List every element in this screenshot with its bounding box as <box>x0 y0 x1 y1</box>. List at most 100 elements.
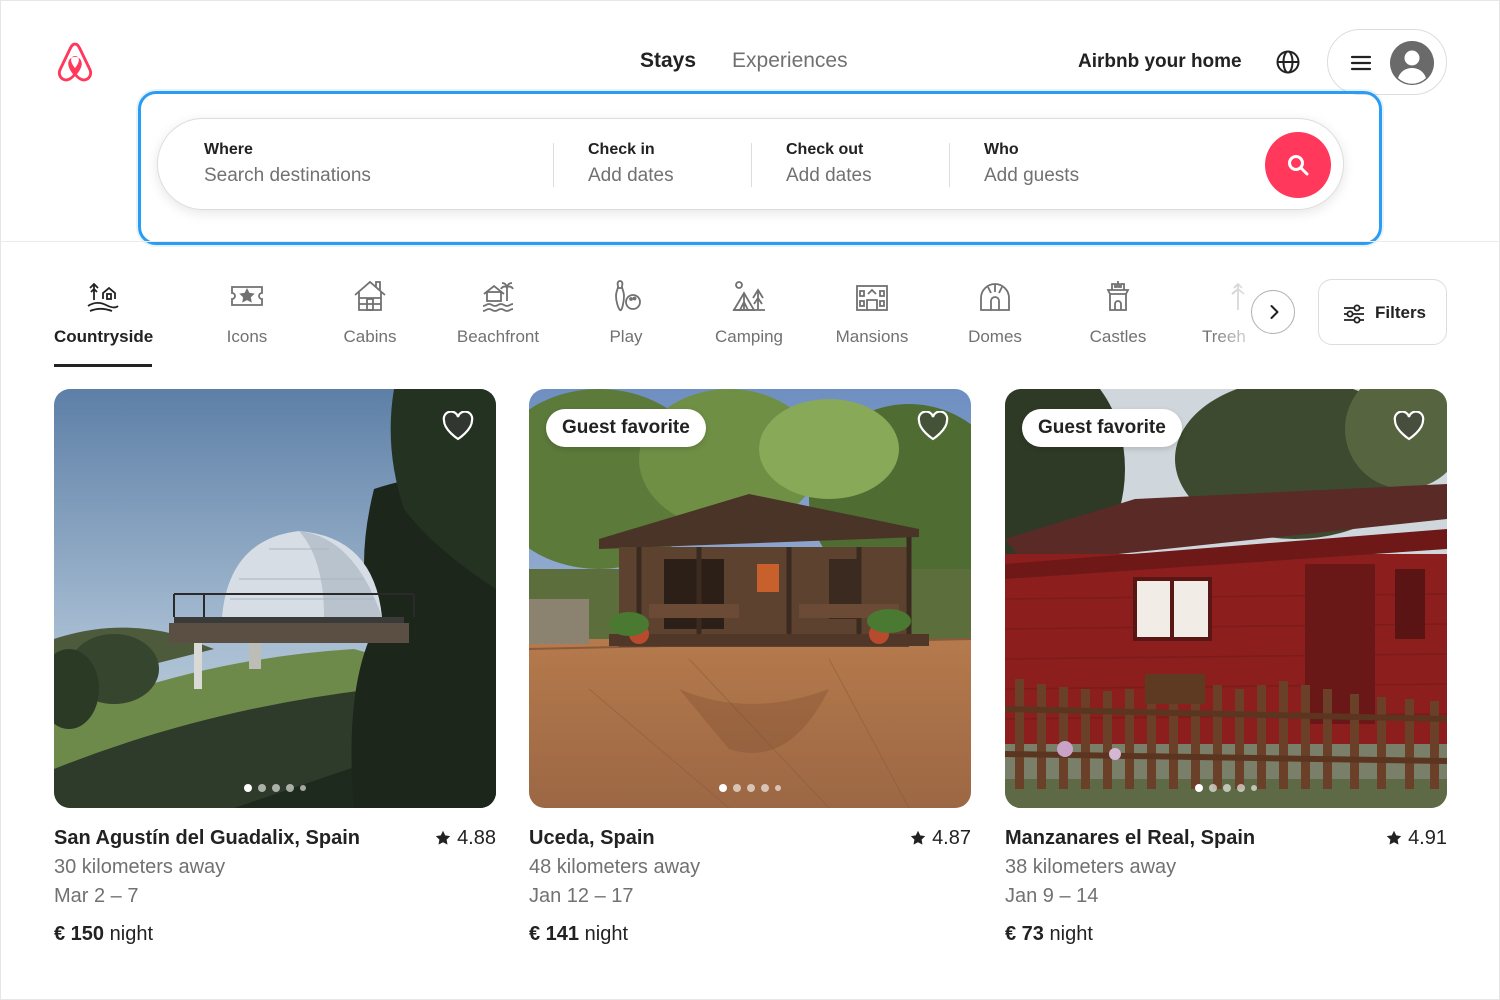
listing-title: Manzanares el Real, Spain <box>1005 827 1256 849</box>
listing-photo[interactable]: Guest favorite <box>1005 389 1447 808</box>
check-out-input[interactable]: Add dates <box>786 161 946 191</box>
filters-label: Filters <box>1375 303 1427 322</box>
category-label: Cabins <box>343 327 397 346</box>
rating-value: 4.88 <box>457 827 496 849</box>
search-button[interactable] <box>1265 132 1331 198</box>
listing-photo[interactable]: Guest favorite <box>529 389 971 808</box>
listing-card[interactable]: Guest favorite Manzanares el Real, Spain… <box>1005 389 1447 945</box>
dome-icon <box>980 283 1010 311</box>
category-active-underline <box>54 364 152 367</box>
star-icon <box>1386 830 1402 845</box>
avatar-icon <box>1390 41 1434 85</box>
filters-button[interactable]: Filters <box>1318 279 1447 345</box>
check-in-input[interactable]: Add dates <box>588 161 748 191</box>
price-amount: € 73 <box>1005 923 1044 945</box>
listing-dates: Mar 2 – 7 <box>54 885 139 907</box>
category-label: Countryside <box>54 327 154 346</box>
listing-title: Uceda, Spain <box>529 827 655 849</box>
beachfront-icon <box>482 282 514 312</box>
wooden-cabin-photo <box>529 389 971 808</box>
photo-pagination[interactable] <box>54 784 496 792</box>
photo-pagination[interactable] <box>1005 784 1447 792</box>
header-divider <box>0 241 1500 242</box>
listing-card[interactable]: Guest favorite Uceda, Spain 4.87 48 kilo… <box>529 389 971 945</box>
listing-price: € 141 night <box>529 921 628 947</box>
who-label: Who <box>984 141 1019 158</box>
photo-pagination[interactable] <box>529 784 971 792</box>
category-icons[interactable]: Icons <box>206 278 288 368</box>
star-icon <box>435 830 451 845</box>
tab-stays[interactable]: Stays <box>640 46 696 76</box>
who-field[interactable]: Who Add guests <box>984 139 1204 191</box>
category-label: Icons <box>226 327 268 346</box>
tab-experiences[interactable]: Experiences <box>732 46 848 76</box>
category-label: Domes <box>968 327 1022 346</box>
hamburger-menu-icon <box>1350 52 1372 74</box>
heart-icon <box>442 411 474 441</box>
listing-rating: 4.88 <box>435 825 496 851</box>
category-beachfront[interactable]: Beachfront <box>450 278 546 368</box>
check-out-label: Check out <box>786 141 864 158</box>
search-divider <box>553 143 554 187</box>
listing-distance: 48 kilometers away <box>529 856 701 878</box>
listing-dates: Jan 12 – 17 <box>529 885 634 907</box>
camping-icon <box>732 281 765 311</box>
search-divider <box>949 143 950 187</box>
guest-favorite-badge: Guest favorite <box>1022 409 1182 447</box>
search-bar: Where Search destinations Check in Add d… <box>157 118 1344 210</box>
check-out-field[interactable]: Check out Add dates <box>786 139 946 191</box>
globe-icon[interactable] <box>1275 49 1301 75</box>
category-countryside[interactable]: Countryside <box>54 278 154 368</box>
listing-distance: 38 kilometers away <box>1005 856 1177 878</box>
chevron-right-icon <box>1270 305 1279 319</box>
category-label: Castles <box>1089 327 1147 346</box>
category-mansions[interactable]: Mansions <box>832 278 912 368</box>
check-in-label: Check in <box>588 141 655 158</box>
castle-icon <box>1106 281 1130 311</box>
price-amount: € 141 <box>529 923 580 945</box>
search-icon <box>1288 155 1309 176</box>
category-next-button[interactable] <box>1251 290 1295 334</box>
heart-icon <box>1393 411 1425 441</box>
listing-card[interactable]: San Agustín del Guadalix, Spain 4.88 30 … <box>54 389 496 945</box>
airbnb-your-home-link[interactable]: Airbnb your home <box>1078 48 1242 76</box>
rating-value: 4.91 <box>1408 827 1447 849</box>
where-input[interactable]: Search destinations <box>204 161 544 191</box>
category-domes[interactable]: Domes <box>960 278 1030 368</box>
price-unit: night <box>1049 923 1093 945</box>
cabin-icon <box>354 280 386 311</box>
category-cabins[interactable]: Cabins <box>330 278 410 368</box>
search-divider <box>751 143 752 187</box>
check-in-field[interactable]: Check in Add dates <box>588 139 748 191</box>
category-camping[interactable]: Camping <box>708 278 790 368</box>
category-label: Camping <box>714 327 784 346</box>
listing-title: San Agustín del Guadalix, Spain <box>54 827 360 849</box>
airbnb-logo-icon[interactable] <box>52 38 98 86</box>
who-input[interactable]: Add guests <box>984 161 1204 191</box>
bowling-icon <box>615 280 641 312</box>
listing-distance: 30 kilometers away <box>54 856 226 878</box>
price-unit: night <box>584 923 628 945</box>
listing-rating: 4.91 <box>1386 825 1447 851</box>
listing-price: € 150 night <box>54 921 153 947</box>
category-label: Mansions <box>835 327 909 346</box>
where-field[interactable]: Where Search destinations <box>204 139 544 191</box>
red-cabin-photo <box>1005 389 1447 808</box>
heart-icon <box>917 411 949 441</box>
header-tabs: Stays Experiences <box>640 46 848 76</box>
mansion-icon <box>856 285 888 311</box>
rating-value: 4.87 <box>932 827 971 849</box>
price-amount: € 150 <box>54 923 105 945</box>
dome-hillside-photo <box>54 389 496 808</box>
listing-photo[interactable] <box>54 389 496 808</box>
where-label: Where <box>204 141 253 158</box>
price-unit: night <box>109 923 153 945</box>
category-castles[interactable]: Castles <box>1082 278 1154 368</box>
profile-menu-button[interactable] <box>1327 29 1447 95</box>
listing-price: € 73 night <box>1005 921 1093 947</box>
category-label: Beachfront <box>456 327 540 346</box>
category-label: Play <box>609 327 643 346</box>
category-play[interactable]: Play <box>596 278 656 368</box>
countryside-icon <box>87 282 119 312</box>
listing-dates: Jan 9 – 14 <box>1005 885 1099 907</box>
